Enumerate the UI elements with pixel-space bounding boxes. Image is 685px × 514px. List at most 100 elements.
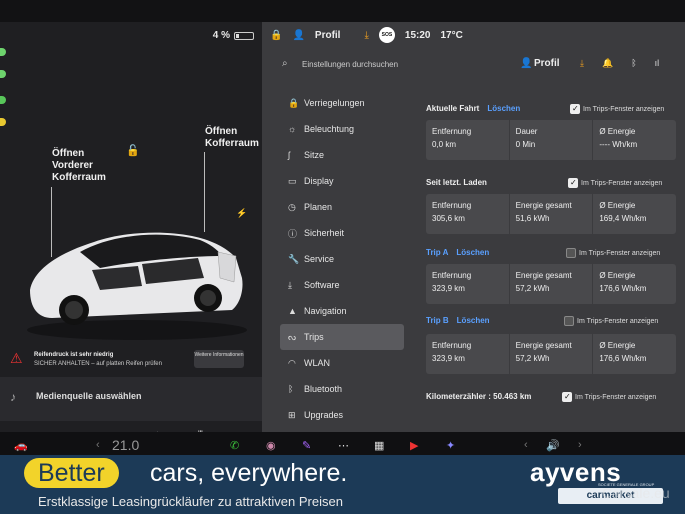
temp-down-icon[interactable]: ‹ bbox=[96, 439, 100, 451]
battery-status: 4 % bbox=[213, 30, 254, 41]
checkbox-unchecked[interactable] bbox=[564, 316, 574, 326]
clock: 15:20 bbox=[404, 29, 431, 41]
stat-cell: Energie gesamt 57,2 kWh bbox=[510, 264, 594, 304]
navigation-icon: ▲ bbox=[288, 306, 297, 316]
stat-cell: Entfernung 323,9 km bbox=[426, 334, 510, 374]
stat-cell: Ø Energie 176,6 Wh/km bbox=[599, 271, 647, 293]
lock-icon[interactable]: 🔒 bbox=[270, 30, 282, 41]
download-icon[interactable]: ⤓ bbox=[364, 30, 368, 41]
bluetooth-icon[interactable]: ᛒ bbox=[631, 58, 636, 69]
tagline: Erstklassige Leasingrückläufer zu attrak… bbox=[38, 494, 343, 509]
watermark: Carsale.eu bbox=[602, 485, 670, 501]
trip-a-reset-link[interactable]: Löschen bbox=[456, 248, 489, 257]
front-trunk-label[interactable]: Öffnen Vorderer Kofferraum bbox=[52, 148, 106, 184]
checkbox-checked[interactable] bbox=[568, 178, 578, 188]
slogan: cars, everywhere. bbox=[150, 459, 348, 487]
nav-item-navigation[interactable]: ▲ Navigation bbox=[280, 298, 404, 324]
nav-item-safety[interactable]: ⓘ Sicherheit bbox=[280, 220, 404, 246]
ad-banner: Better cars, everywhere. Erstklassige Le… bbox=[0, 455, 685, 514]
current-trip-show-checkbox[interactable]: Im Trips-Fenster anzeigen bbox=[570, 104, 664, 114]
speaker-icon[interactable]: 🔊 bbox=[546, 439, 560, 452]
bluetooth-icon: ᛒ bbox=[288, 384, 294, 394]
trip-b-title: Trip B Löschen bbox=[426, 316, 490, 325]
game-icon[interactable]: ✦ bbox=[446, 439, 455, 452]
stat-cell: Dauer 0 Min bbox=[510, 120, 594, 160]
nav-item-service[interactable]: 🔧 Service bbox=[280, 246, 404, 272]
header-icons: ⤓ 🔔 ᛒ ıl bbox=[580, 58, 659, 69]
nav-item-display[interactable]: ▭ Display bbox=[280, 168, 404, 194]
camera-icon[interactable]: ◉ bbox=[266, 439, 276, 452]
trip-a-title: Trip A Löschen bbox=[426, 248, 490, 257]
profile-icon[interactable]: 👤 bbox=[292, 30, 304, 41]
car-icon[interactable]: 🚗 bbox=[14, 439, 28, 452]
phone-icon[interactable]: ✆ bbox=[230, 439, 239, 452]
media-source-label[interactable]: Medienquelle auswählen bbox=[36, 391, 142, 401]
settings-search-input[interactable]: Einstellungen durchsuchen bbox=[302, 60, 398, 69]
lock-icon: 🔒 bbox=[288, 97, 300, 108]
since-charge-stats: Entfernung 305,6 km Energie gesamt 51,6 kW… bbox=[426, 194, 676, 234]
since-charge-show-checkbox[interactable]: Im Trips-Fenster anzeigen bbox=[568, 178, 662, 188]
profile-icon[interactable]: 👤 bbox=[520, 58, 532, 69]
stat-cell: Energie gesamt 51,6 kWh bbox=[510, 194, 594, 234]
download-icon[interactable]: ⤓ bbox=[580, 58, 584, 69]
nav-item-software[interactable]: ⤓ Software bbox=[280, 272, 404, 298]
seat-icon: ʃ bbox=[288, 150, 290, 160]
indicator-icon bbox=[0, 70, 6, 78]
top-status-bar: 🔒 👤 Profil ⤓ SOS 15:20 17°C bbox=[262, 22, 685, 48]
notes-icon[interactable]: ✎ bbox=[302, 439, 311, 452]
stat-cell: Ø Energie ---- Wh/km bbox=[599, 127, 638, 149]
info-icon: ⓘ bbox=[288, 228, 298, 239]
media-player[interactable]: ♪ Medienquelle auswählen bbox=[0, 377, 262, 421]
trip-b-reset-link[interactable]: Löschen bbox=[457, 316, 490, 325]
nav-item-locks[interactable]: 🔒 Verriegelungen bbox=[280, 90, 404, 116]
indicator-icon bbox=[0, 48, 6, 56]
indicator-icon bbox=[0, 96, 6, 104]
schedule-icon: ◷ bbox=[288, 201, 296, 212]
odometer-show-checkbox[interactable]: Im Trips-Fenster anzeigen bbox=[562, 392, 656, 402]
nav-item-bluetooth[interactable]: ᛒ Bluetooth bbox=[280, 376, 404, 402]
more-apps-icon[interactable]: ⋯ bbox=[338, 439, 349, 452]
battery-icon bbox=[234, 31, 254, 40]
trip-a-show-checkbox[interactable]: Im Trips-Fenster anzeigen bbox=[566, 248, 660, 258]
nav-item-upgrades[interactable]: ⊞ Upgrades bbox=[280, 402, 404, 428]
app-grid-icon[interactable]: ▦ bbox=[374, 439, 384, 452]
sos-icon[interactable]: SOS bbox=[378, 27, 395, 43]
stat-cell: Entfernung 305,6 km bbox=[426, 194, 510, 234]
volume-up-icon[interactable]: › bbox=[578, 439, 582, 451]
current-trip-stats: Entfernung 0,0 km Dauer 0 Min Ø Energie ---… bbox=[426, 120, 676, 160]
search-icon[interactable]: ⌕ bbox=[282, 58, 288, 69]
youtube-icon[interactable]: ▶ bbox=[410, 439, 418, 452]
stat-cell: Entfernung 323,9 km bbox=[426, 264, 510, 304]
current-trip-reset-link[interactable]: Löschen bbox=[487, 104, 520, 113]
rear-trunk-label[interactable]: Öffnen Kofferraum bbox=[205, 126, 259, 150]
display-icon: ▭ bbox=[288, 175, 297, 186]
nav-item-seats[interactable]: ʃ Sitze bbox=[280, 142, 404, 168]
trip-a-stats: Entfernung 323,9 km Energie gesamt 57,2 kW… bbox=[426, 264, 676, 304]
stat-cell: Energie gesamt 57,2 kWh bbox=[510, 334, 594, 374]
profile-label[interactable]: Profil bbox=[534, 58, 560, 69]
signal-icon: ıl bbox=[654, 58, 660, 68]
nav-item-trips[interactable]: ᔓ Trips bbox=[280, 324, 404, 350]
bell-icon[interactable]: 🔔 bbox=[602, 58, 613, 69]
stat-cell: Ø Energie 176,6 Wh/km bbox=[599, 341, 647, 363]
checkbox-checked[interactable] bbox=[562, 392, 572, 402]
car-image bbox=[27, 232, 247, 340]
checkbox-unchecked[interactable] bbox=[566, 248, 576, 258]
trip-b-show-checkbox[interactable]: Im Trips-Fenster anzeigen bbox=[564, 316, 658, 326]
more-info-button[interactable]: Weitere Informationen bbox=[194, 350, 244, 368]
trips-icon: ᔓ bbox=[288, 331, 297, 342]
odometer: Kilometerzähler : 50.463 km bbox=[426, 392, 532, 401]
unlock-icon[interactable]: 🔓 bbox=[126, 144, 140, 157]
wrench-icon: 🔧 bbox=[288, 253, 300, 264]
nav-item-wifi[interactable]: ◠ WLAN bbox=[280, 350, 404, 376]
stat-cell: Ø Energie 169,4 Wh/km bbox=[599, 201, 647, 223]
settings-panel: 🔒 👤 Profil ⤓ SOS 15:20 17°C ⌕ Einstellun… bbox=[262, 22, 685, 432]
current-trip-title: Aktuelle Fahrt Löschen bbox=[426, 104, 521, 113]
volume-down-icon[interactable]: ‹ bbox=[524, 439, 528, 451]
nav-item-lighting[interactable]: ☼ Beleuchtung bbox=[280, 116, 404, 142]
tire-pressure-alert: ⚠ Reifendruck ist sehr niedrig SICHER AN… bbox=[10, 350, 250, 372]
alert-title: Reifendruck ist sehr niedrig bbox=[34, 352, 114, 358]
nav-item-schedule[interactable]: ◷ Planen bbox=[280, 194, 404, 220]
top-profile-label[interactable]: Profil bbox=[315, 30, 341, 41]
checkbox-checked[interactable] bbox=[570, 104, 580, 114]
